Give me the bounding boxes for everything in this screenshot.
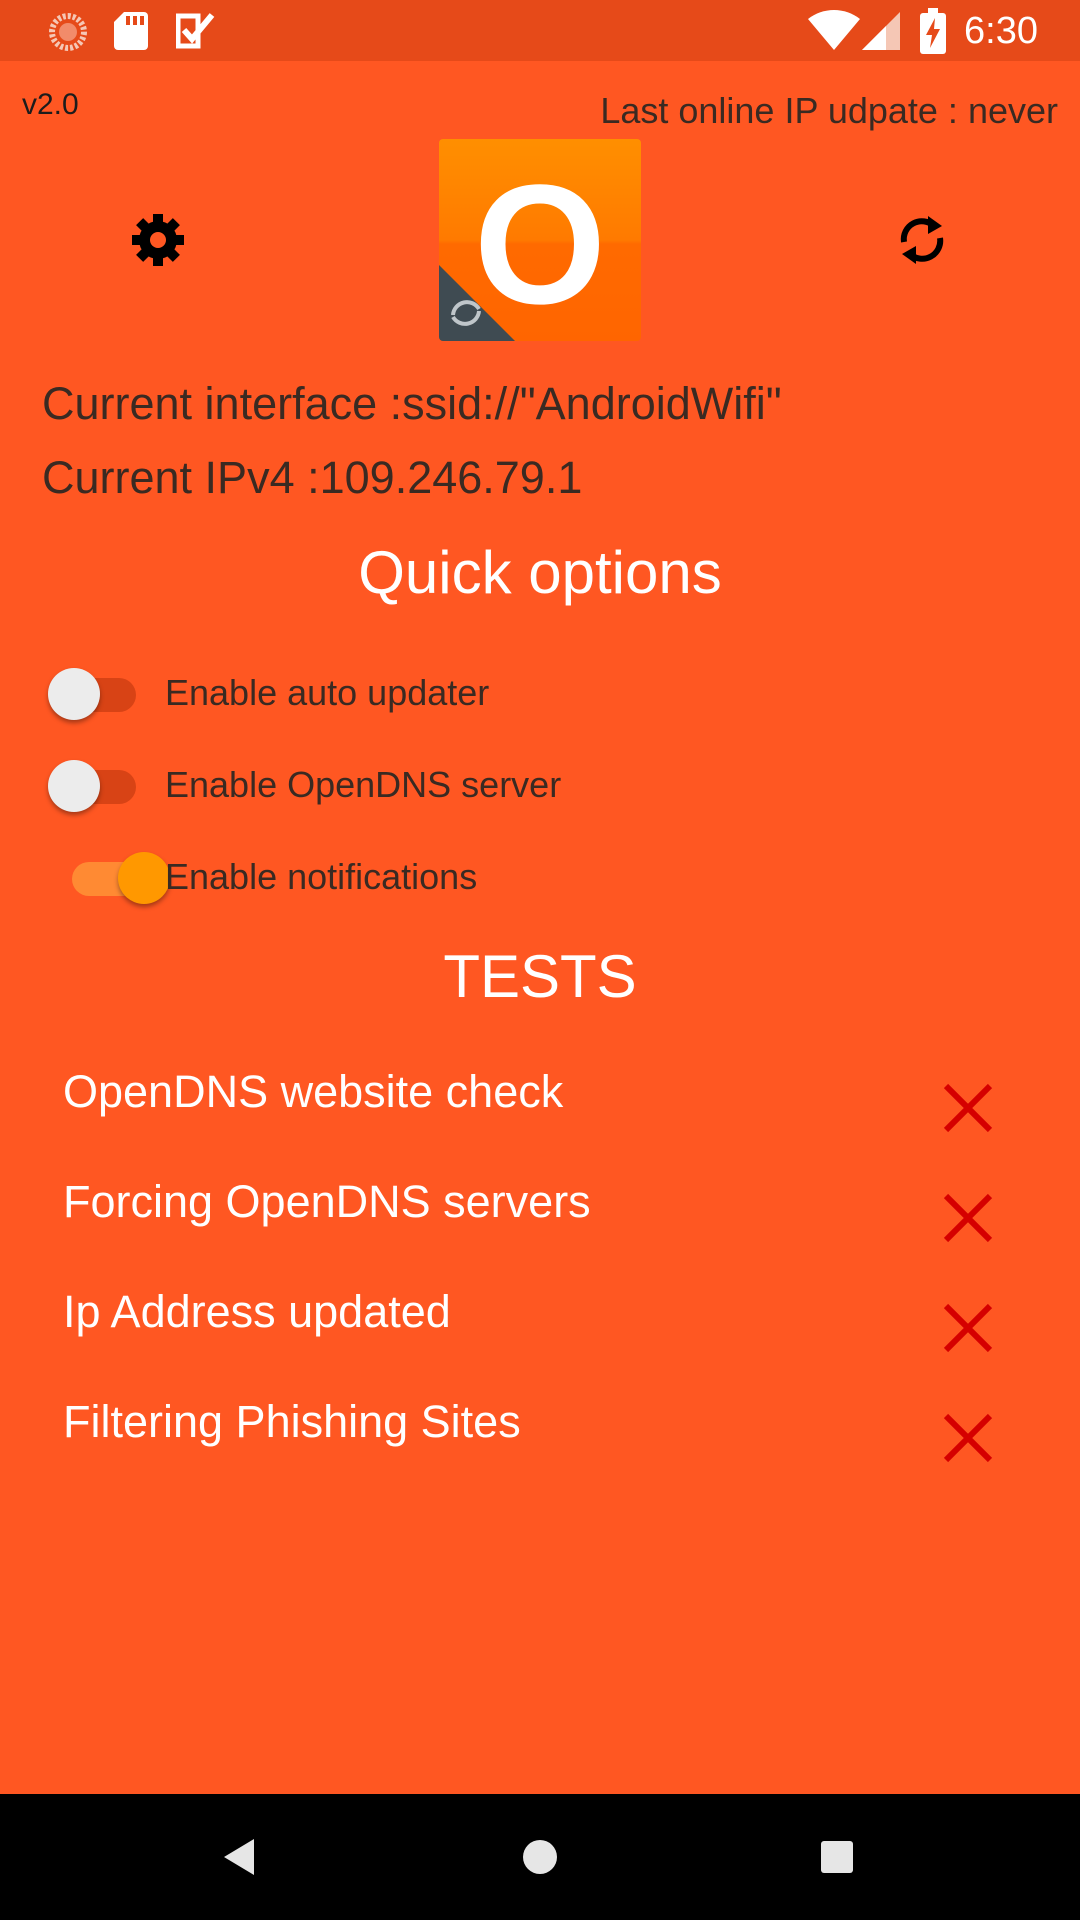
notifications-label: Enable notifications bbox=[165, 856, 478, 897]
notifications-option: Enable notifications bbox=[0, 836, 1080, 916]
tests-title: TESTS bbox=[443, 943, 637, 1010]
home-icon bbox=[523, 1840, 557, 1874]
test-row: Filtering Phishing Sites bbox=[0, 1396, 1080, 1496]
switch-thumb bbox=[48, 668, 100, 720]
cell-signal-icon bbox=[862, 12, 900, 55]
logo-letter: O bbox=[474, 150, 606, 340]
notifications-switch[interactable] bbox=[72, 852, 170, 904]
test-row: Ip Address updated bbox=[0, 1286, 1080, 1386]
current-ipv4: Current IPv4 :109.246.79.1 bbox=[42, 452, 582, 504]
settings-button[interactable] bbox=[130, 212, 186, 268]
x-icon bbox=[943, 1083, 993, 1133]
x-icon bbox=[943, 1413, 993, 1463]
task-check-icon bbox=[175, 12, 216, 55]
recents-icon bbox=[821, 1841, 853, 1873]
recents-button[interactable] bbox=[812, 1832, 862, 1882]
ipv4-label: Current IPv4 : bbox=[42, 452, 320, 503]
test-label: Filtering Phishing Sites bbox=[63, 1396, 521, 1447]
current-interface: Current interface :ssid://"AndroidWifi" bbox=[42, 378, 782, 430]
sd-card-icon bbox=[114, 12, 148, 55]
ipv4-value: 109.246.79.1 bbox=[319, 452, 583, 503]
system-nav-bar bbox=[0, 1794, 1080, 1920]
auto-updater-option: Enable auto updater bbox=[0, 652, 1080, 732]
test-label: Ip Address updated bbox=[63, 1286, 451, 1337]
home-button[interactable] bbox=[515, 1832, 565, 1882]
battery-charging-icon bbox=[920, 8, 946, 59]
quick-options-title: Quick options bbox=[358, 539, 722, 606]
test-label: OpenDNS website check bbox=[63, 1066, 564, 1117]
test-label: Forcing OpenDNS servers bbox=[63, 1176, 591, 1227]
opendns-server-label: Enable OpenDNS server bbox=[165, 764, 562, 805]
status-bar: 6:30 bbox=[0, 0, 1080, 61]
refresh-button[interactable] bbox=[894, 212, 950, 268]
wifi-icon bbox=[808, 10, 860, 55]
interface-value: ssid://"AndroidWifi" bbox=[402, 378, 782, 429]
app-screen: 6:30 v2.0 Last online IP udpate : never bbox=[0, 0, 1080, 1920]
interface-label: Current interface : bbox=[42, 378, 403, 429]
test-row: OpenDNS website check bbox=[0, 1066, 1080, 1166]
switch-thumb bbox=[118, 852, 170, 904]
x-icon bbox=[943, 1193, 993, 1243]
clock-time: 6:30 bbox=[964, 10, 1038, 52]
app-version: v2.0 bbox=[22, 88, 79, 121]
back-icon bbox=[224, 1839, 254, 1875]
gear-icon bbox=[132, 214, 184, 266]
opendns-server-switch[interactable] bbox=[48, 760, 136, 812]
last-update-status: Last online IP udpate : never bbox=[600, 90, 1058, 131]
auto-updater-switch[interactable] bbox=[48, 668, 136, 720]
opendns-server-option: Enable OpenDNS server bbox=[0, 744, 1080, 824]
loading-spinner-icon bbox=[48, 12, 88, 57]
test-row: Forcing OpenDNS servers bbox=[0, 1176, 1080, 1276]
back-button[interactable] bbox=[216, 1832, 266, 1882]
app-logo: O bbox=[439, 139, 641, 341]
auto-updater-label: Enable auto updater bbox=[165, 672, 490, 713]
switch-thumb bbox=[48, 760, 100, 812]
sync-icon bbox=[900, 216, 944, 264]
x-icon bbox=[943, 1303, 993, 1353]
